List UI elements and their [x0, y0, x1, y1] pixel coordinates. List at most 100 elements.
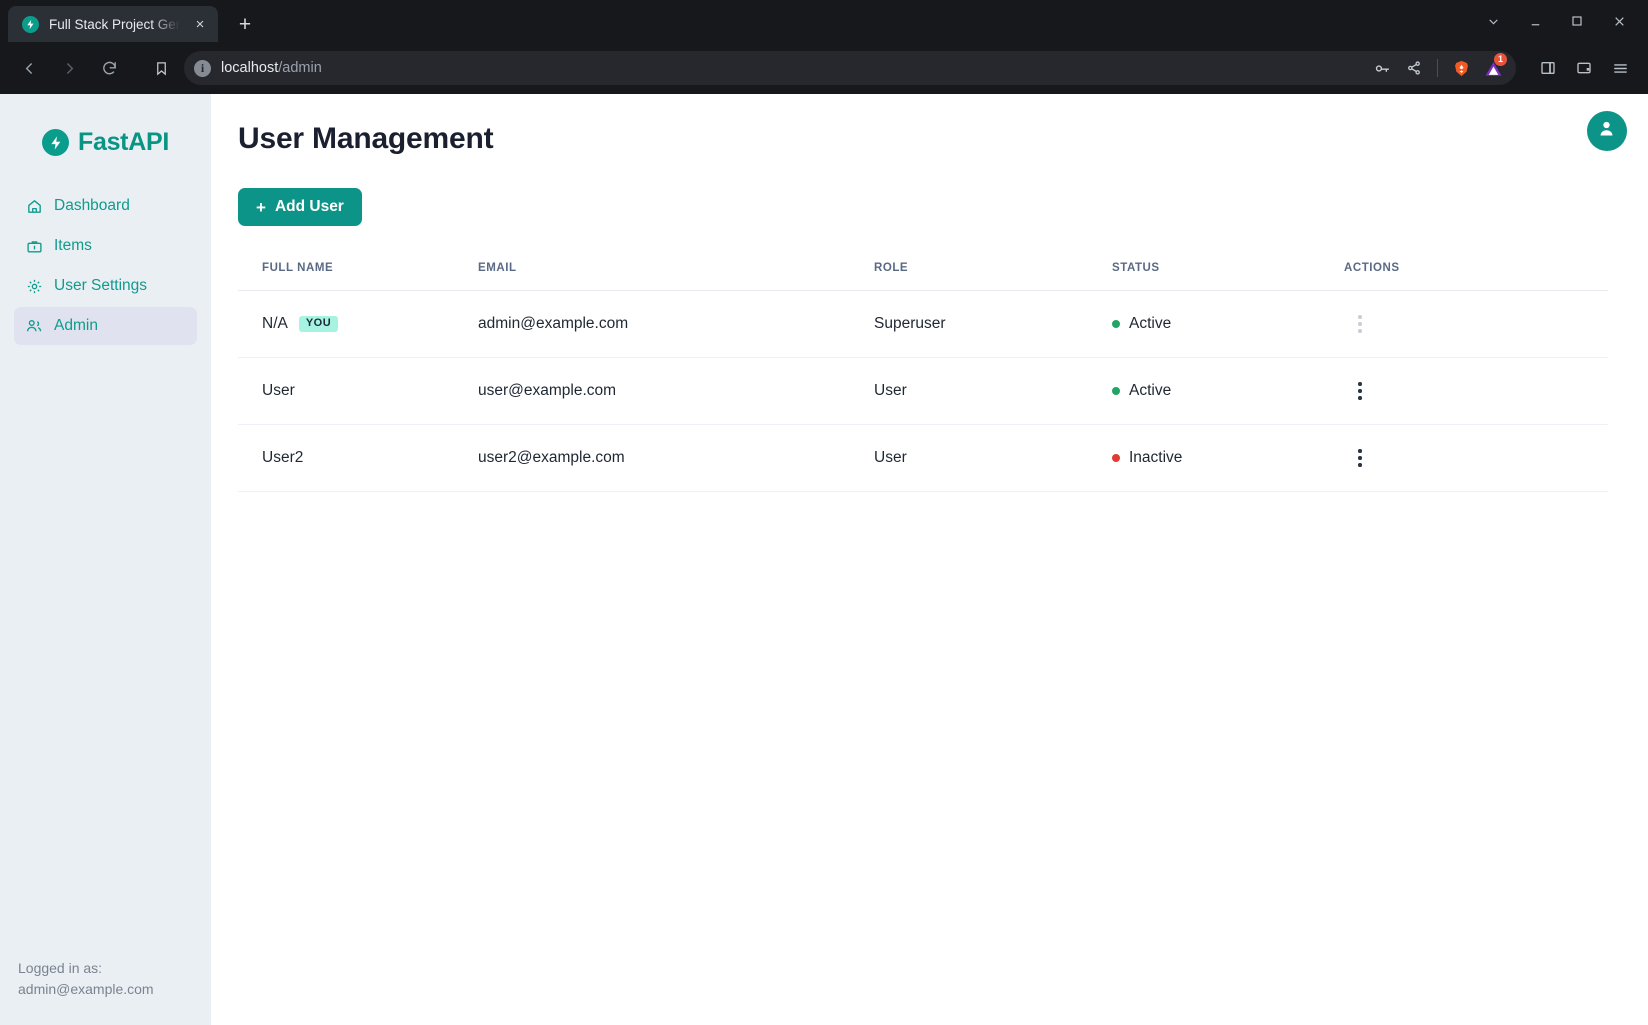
column-header-email: EMAIL — [478, 262, 874, 291]
brand-logo: FastAPI — [0, 128, 211, 187]
chevron-down-icon[interactable] — [1474, 4, 1512, 38]
close-icon[interactable] — [1600, 4, 1638, 38]
column-header-status: STATUS — [1112, 262, 1344, 291]
kebab-menu-icon[interactable] — [1348, 449, 1372, 467]
cell-full-name: User — [238, 358, 478, 425]
cell-status: Active — [1112, 358, 1344, 425]
sidebar-item-label: Dashboard — [54, 197, 130, 215]
omnibox-area: i localhost/admin 1 — [146, 51, 1516, 85]
tab-title: Full Stack Project Genera — [49, 17, 180, 32]
status-dot — [1112, 454, 1120, 462]
sidebar-item-label: User Settings — [54, 277, 147, 295]
bookmark-icon[interactable] — [146, 53, 176, 83]
sidebar-item-label: Admin — [54, 317, 98, 335]
briefcase-icon — [25, 237, 43, 255]
url-text: localhost/admin — [221, 60, 1357, 76]
new-tab-button[interactable]: + — [230, 9, 260, 39]
home-icon — [25, 197, 43, 215]
table-body: N/A YOU admin@example.com Superuser Acti… — [238, 291, 1608, 492]
app-container: FastAPI Dashboard Items User Settings — [0, 94, 1648, 1025]
back-arrow-icon[interactable] — [12, 51, 46, 85]
tab-strip: Full Stack Project Genera × + — [0, 0, 1648, 42]
full-name-text: N/A — [262, 315, 288, 333]
status-text: Inactive — [1129, 449, 1182, 467]
url-path: /admin — [278, 60, 322, 76]
full-name-text: User2 — [262, 449, 303, 467]
column-header-role: ROLE — [874, 262, 1112, 291]
table-row: N/A YOU admin@example.com Superuser Acti… — [238, 291, 1608, 358]
table-row: User2 user2@example.com User Inactive — [238, 425, 1608, 492]
column-header-full-name: FULL NAME — [238, 262, 478, 291]
maximize-icon[interactable] — [1558, 4, 1596, 38]
sidebar-nav: Dashboard Items User Settings Admin — [0, 187, 211, 345]
cell-email: user2@example.com — [478, 425, 874, 492]
status-text: Active — [1129, 382, 1171, 400]
url-host: localhost — [221, 60, 278, 76]
brave-lion-icon[interactable] — [1446, 53, 1476, 83]
user-avatar-icon — [1596, 118, 1617, 144]
main-content: User Management + Add User FULL NAME EMA… — [211, 94, 1648, 1025]
add-user-label: Add User — [275, 198, 344, 216]
window-controls — [1474, 0, 1638, 42]
sidebar-item-admin[interactable]: Admin — [14, 307, 197, 345]
sidebar-item-user-settings[interactable]: User Settings — [14, 267, 197, 305]
status-dot — [1112, 387, 1120, 395]
cell-actions — [1344, 358, 1608, 425]
users-icon — [25, 317, 43, 335]
cell-actions — [1344, 425, 1608, 492]
triangle-icon[interactable]: 1 — [1478, 53, 1508, 83]
key-icon[interactable] — [1367, 53, 1397, 83]
reload-icon[interactable] — [92, 51, 126, 85]
close-icon[interactable]: × — [190, 14, 210, 34]
kebab-menu-icon[interactable] — [1348, 315, 1372, 333]
table-header: FULL NAME EMAIL ROLE STATUS ACTIONS — [238, 262, 1608, 291]
toolbar-right-icons — [1532, 52, 1636, 84]
cell-status: Inactive — [1112, 425, 1344, 492]
logged-in-label: Logged in as: — [18, 958, 211, 978]
cell-full-name: User2 — [238, 425, 478, 492]
users-table: FULL NAME EMAIL ROLE STATUS ACTIONS N/A … — [238, 262, 1608, 492]
status-badge: YOU — [299, 316, 338, 332]
table-header-row: FULL NAME EMAIL ROLE STATUS ACTIONS — [238, 262, 1608, 291]
address-bar[interactable]: i localhost/admin 1 — [184, 51, 1516, 85]
logged-in-info: Logged in as: admin@example.com — [0, 958, 211, 1025]
cell-role: Superuser — [874, 291, 1112, 358]
fastapi-bolt-icon — [22, 16, 39, 33]
browser-chrome: Full Stack Project Genera × + — [0, 0, 1648, 94]
cell-role: User — [874, 425, 1112, 492]
panel-icon[interactable] — [1532, 52, 1564, 84]
table-row: User user@example.com User Active — [238, 358, 1608, 425]
status-text: Active — [1129, 315, 1171, 333]
sidebar-item-dashboard[interactable]: Dashboard — [14, 187, 197, 225]
full-name-text: User — [262, 382, 295, 400]
sidebar: FastAPI Dashboard Items User Settings — [0, 94, 211, 1025]
fastapi-bolt-icon — [42, 129, 69, 156]
browser-tab[interactable]: Full Stack Project Genera × — [8, 6, 218, 42]
minimize-icon[interactable] — [1516, 4, 1554, 38]
status-dot — [1112, 320, 1120, 328]
logged-in-email: admin@example.com — [18, 979, 211, 999]
kebab-menu-icon[interactable] — [1348, 382, 1372, 400]
rewards-badge-count: 1 — [1494, 53, 1507, 66]
avatar[interactable] — [1587, 111, 1627, 151]
column-header-actions: ACTIONS — [1344, 262, 1608, 291]
brand-name: FastAPI — [78, 128, 169, 157]
page-title: User Management — [238, 122, 1608, 156]
wallet-icon[interactable] — [1568, 52, 1600, 84]
plus-icon: + — [256, 199, 266, 216]
sidebar-item-items[interactable]: Items — [14, 227, 197, 265]
browser-toolbar: i localhost/admin 1 — [0, 42, 1648, 94]
omnibox-actions: 1 — [1367, 53, 1508, 83]
cell-full-name: N/A YOU — [238, 291, 478, 358]
cell-role: User — [874, 358, 1112, 425]
share-icon[interactable] — [1399, 53, 1429, 83]
info-icon[interactable]: i — [194, 60, 211, 77]
forward-arrow-icon — [52, 51, 86, 85]
cell-email: admin@example.com — [478, 291, 874, 358]
divider — [1437, 59, 1438, 77]
sidebar-item-label: Items — [54, 237, 92, 255]
hamburger-icon[interactable] — [1604, 52, 1636, 84]
gear-icon — [25, 277, 43, 295]
add-user-button[interactable]: + Add User — [238, 188, 362, 226]
cell-status: Active — [1112, 291, 1344, 358]
